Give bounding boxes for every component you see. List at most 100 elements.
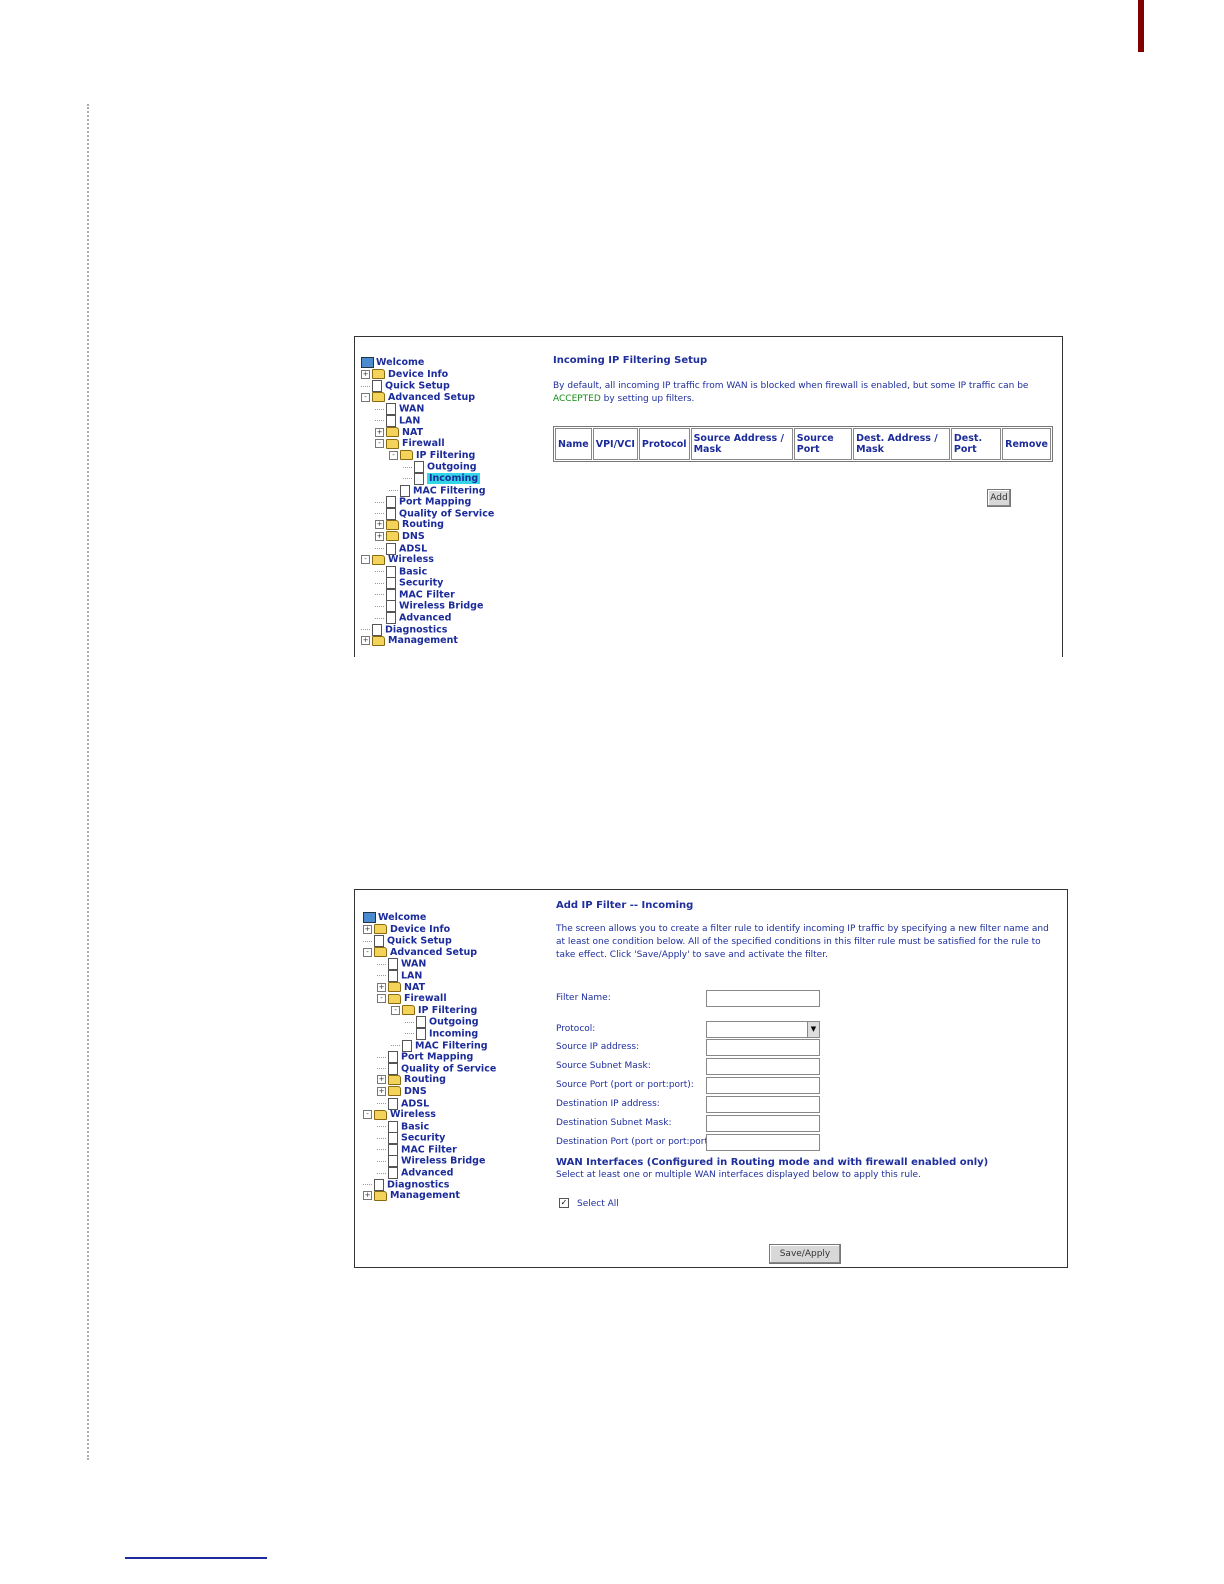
tree-item-label: Advanced Setup <box>390 946 478 958</box>
tree-item[interactable]: + Device Info <box>361 369 494 381</box>
tree-item[interactable]: Diagnostics <box>361 623 494 636</box>
tree-item[interactable]: Wireless Bridge <box>363 1155 496 1168</box>
filter-field-input[interactable] <box>706 1039 820 1056</box>
collapse-icon[interactable]: - <box>391 1005 400 1015</box>
save-apply-button[interactable]: Save/Apply <box>769 1244 841 1264</box>
tree-item[interactable]: Welcome <box>361 357 494 369</box>
tree-item[interactable]: Diagnostics <box>363 1178 496 1191</box>
expand-icon[interactable]: + <box>375 427 384 437</box>
tree-connector <box>377 1126 386 1128</box>
expand-icon[interactable]: + <box>377 982 386 992</box>
folder-icon <box>388 993 401 1004</box>
tree-item[interactable]: LAN <box>363 969 496 982</box>
tree-item-label: LAN <box>399 415 421 427</box>
expand-icon[interactable]: + <box>361 369 370 379</box>
tree-item[interactable]: WAN <box>361 403 494 416</box>
column-header-source-port: Source Port <box>793 428 853 460</box>
tree-connector <box>389 490 398 492</box>
expand-icon[interactable]: + <box>361 636 370 646</box>
tree-item[interactable]: Basic <box>363 1120 496 1133</box>
tree-connector <box>391 1045 400 1047</box>
tree-item[interactable]: Incoming <box>361 472 494 485</box>
tree-item[interactable]: Security <box>363 1132 496 1145</box>
tree-item[interactable]: ADSL <box>361 542 494 555</box>
tree-item[interactable]: Quality of Service <box>363 1062 496 1075</box>
folder-icon <box>372 554 385 565</box>
tree-item[interactable]: - IP Filtering <box>363 1005 496 1017</box>
tree-connector <box>363 1184 372 1186</box>
tree-item[interactable]: Port Mapping <box>361 496 494 509</box>
tree-item[interactable]: + NAT <box>363 982 496 994</box>
tree-item[interactable]: - Firewall <box>361 438 494 450</box>
tree-item-label: Management <box>390 1190 460 1202</box>
tree-item[interactable]: Port Mapping <box>363 1051 496 1064</box>
add-button[interactable]: Add <box>987 489 1011 507</box>
tree-item[interactable]: Quick Setup <box>363 935 496 948</box>
chevron-down-icon[interactable]: ▼ <box>807 1022 819 1037</box>
tree-item[interactable]: - Firewall <box>363 993 496 1005</box>
tree-item[interactable]: - IP Filtering <box>361 450 494 462</box>
collapse-icon[interactable]: - <box>363 947 372 957</box>
tree-item[interactable]: + Device Info <box>363 924 496 936</box>
tree-item[interactable]: MAC Filtering <box>361 484 494 497</box>
tree-item[interactable]: + DNS <box>363 1086 496 1098</box>
expand-icon[interactable]: + <box>377 1075 386 1085</box>
tree-item[interactable]: + Routing <box>363 1074 496 1086</box>
tree-item[interactable]: WAN <box>363 958 496 971</box>
tree-item[interactable]: Outgoing <box>363 1016 496 1029</box>
tree-item[interactable]: Welcome <box>363 912 496 924</box>
expand-icon[interactable]: + <box>377 1086 386 1096</box>
expand-icon[interactable]: + <box>375 531 384 541</box>
page-icon <box>374 1178 384 1191</box>
tree-item[interactable]: + Routing <box>361 519 494 531</box>
filter-field-input[interactable] <box>706 1096 820 1113</box>
filter-field-input[interactable] <box>706 1058 820 1075</box>
tree-item[interactable]: + Management <box>363 1190 496 1202</box>
expand-icon[interactable]: + <box>363 1191 372 1201</box>
filter-name-input[interactable] <box>706 990 820 1007</box>
tree-item[interactable]: Outgoing <box>361 461 494 474</box>
select-all-checkbox[interactable]: ✓ <box>559 1198 569 1208</box>
collapse-icon[interactable]: - <box>375 439 384 449</box>
tree-item[interactable]: - Advanced Setup <box>361 392 494 404</box>
tree-item-label: Incoming <box>427 473 481 485</box>
tree-item[interactable]: MAC Filter <box>363 1143 496 1156</box>
page-icon <box>388 969 398 982</box>
tree-item[interactable]: Incoming <box>363 1027 496 1040</box>
tree-item[interactable]: ADSL <box>363 1097 496 1110</box>
collapse-icon[interactable]: - <box>377 994 386 1004</box>
filter-field-input[interactable] <box>706 1077 820 1094</box>
tree-item[interactable]: LAN <box>361 414 494 427</box>
tree-item[interactable]: Advanced <box>363 1167 496 1180</box>
tree-item[interactable]: + DNS <box>361 531 494 543</box>
collapse-icon[interactable]: - <box>361 392 370 402</box>
tree-item[interactable]: Advanced <box>361 612 494 625</box>
tree-item[interactable]: Security <box>361 577 494 590</box>
filter-field-input[interactable] <box>706 1115 820 1132</box>
tree-item[interactable]: - Wireless <box>361 554 494 566</box>
tree-item[interactable]: Basic <box>361 565 494 578</box>
tree-item-label: Advanced <box>399 612 452 624</box>
collapse-icon[interactable]: - <box>361 555 370 565</box>
expand-icon[interactable]: + <box>363 924 372 934</box>
tree-item[interactable]: + Management <box>361 635 494 647</box>
tree-item[interactable]: + NAT <box>361 427 494 439</box>
tree-item[interactable]: MAC Filter <box>361 588 494 601</box>
tree-connector <box>375 594 384 596</box>
tree-item[interactable]: Quick Setup <box>361 380 494 393</box>
tree-item[interactable]: MAC Filtering <box>363 1039 496 1052</box>
navigation-tree: Welcome + Device Info Quick Setup - Advanced … <box>361 357 494 647</box>
collapse-icon[interactable]: - <box>389 450 398 460</box>
tree-item[interactable]: Quality of Service <box>361 507 494 520</box>
tree-item[interactable]: - Wireless <box>363 1109 496 1121</box>
protocol-select[interactable]: ▼ <box>706 1021 820 1038</box>
folder-icon <box>388 1074 401 1085</box>
tree-item[interactable]: - Advanced Setup <box>363 947 496 959</box>
tree-connector <box>377 975 386 977</box>
column-header-source-address: Source Address / Mask <box>690 428 793 460</box>
tree-item[interactable]: Wireless Bridge <box>361 600 494 613</box>
expand-icon[interactable]: + <box>375 520 384 530</box>
collapse-icon[interactable]: - <box>363 1110 372 1120</box>
folder-icon <box>388 1086 401 1097</box>
filter-field-input[interactable] <box>706 1134 820 1151</box>
